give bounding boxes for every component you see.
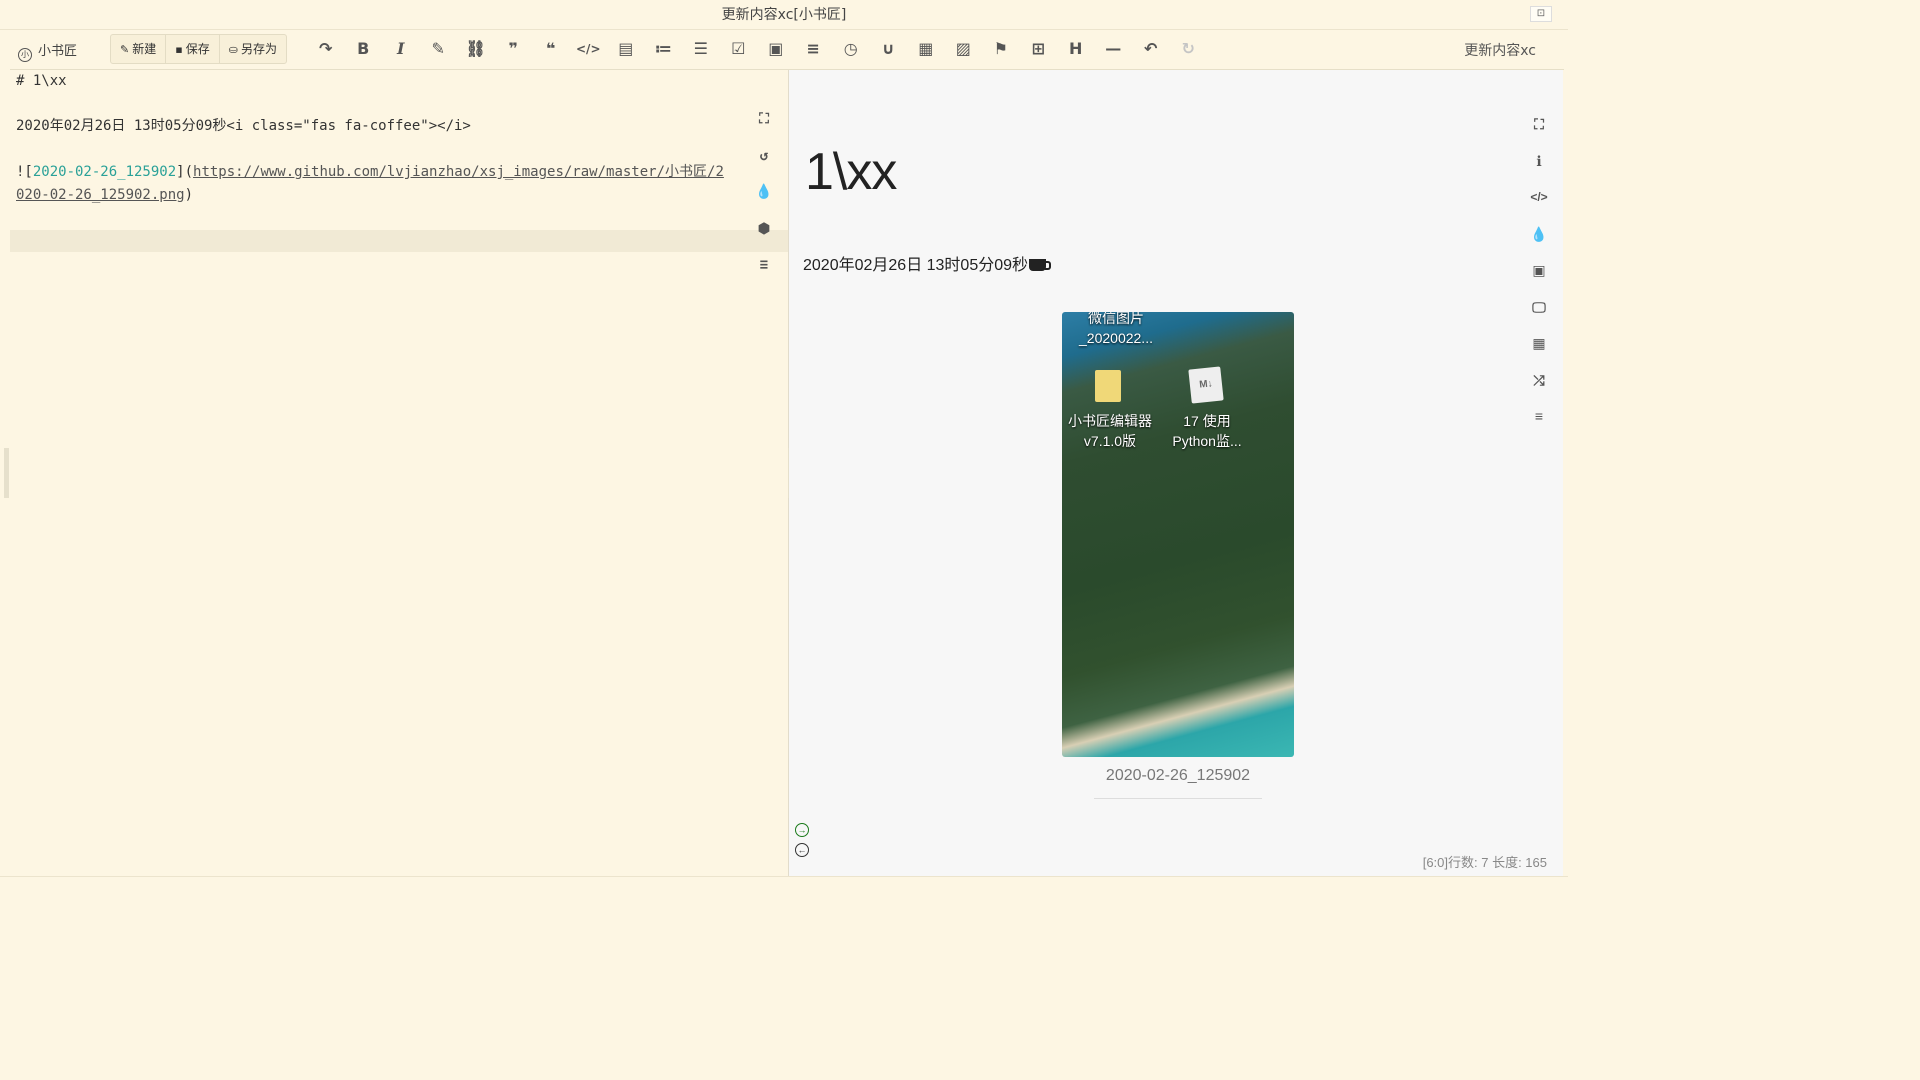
preview-image[interactable]: 微信图片_2020022... M↓ 小书匠编辑器 v7.1.0版 17 使用 … xyxy=(1062,312,1294,757)
image-url-continued[interactable]: 020-02-26_125902.png xyxy=(16,187,185,203)
receipt-icon[interactable]: ▣ xyxy=(757,34,795,64)
editor-line-heading[interactable]: # 1\xx xyxy=(16,70,67,92)
toolbar: 小小书匠 ✎ 新建 ▪ 保存 ⛀ 另存为 ↷ B I ✎ ⛓ ❞ ❝ </> ▤ ≔ … xyxy=(10,30,1564,70)
cube-icon[interactable]: ⬢ xyxy=(752,218,776,255)
horizontal-rule-icon[interactable]: — xyxy=(1095,34,1133,64)
expand-icon[interactable]: ⛶ xyxy=(1527,112,1551,149)
list-icon[interactable]: ≡ xyxy=(1527,404,1551,441)
theme-drop-icon[interactable]: 💧 xyxy=(752,181,776,218)
ordered-list-icon[interactable]: ≔ xyxy=(645,34,683,64)
link-icon[interactable]: ⛓ xyxy=(457,34,495,64)
image-caption: 2020-02-26_125902 xyxy=(1105,767,1251,784)
status-bar: [6:0]行数: 7 长度: 165 xyxy=(1422,855,1547,870)
align-icon[interactable]: ≡ xyxy=(795,34,833,64)
save-button[interactable]: ▪ 保存 xyxy=(166,35,220,63)
image-url[interactable]: https://www.github.com/lvjianzhao/xsj_im… xyxy=(193,164,724,180)
editor-line-datetime[interactable]: 2020年02月26日 13时05分09秒<i class="fas fa-co… xyxy=(16,115,471,137)
preview-side-toolbar: ⛶ ℹ </> 💧 ▣ 🖵 ▦ ⤮ ≡ xyxy=(1527,112,1551,441)
window-title: 更新内容xc[小书匠] xyxy=(721,7,847,23)
markdown-preview: 1\xx 2020年02月26日 13时05分09秒 微信图片_2020022.… xyxy=(789,70,1563,876)
save-button-label: 保存 xyxy=(185,42,210,56)
grid-icon[interactable]: ▦ xyxy=(1527,331,1551,368)
document-name: 更新内容xc xyxy=(1464,43,1536,59)
app-logo[interactable]: 小小书匠 xyxy=(18,40,77,62)
desktop-item-wechat-image: 微信图片_2020022... xyxy=(1079,312,1153,346)
image-alt-text: 2020-02-26_125902 xyxy=(32,164,177,180)
unordered-list-icon[interactable]: ☰ xyxy=(682,34,720,64)
image-syntax-close: ) xyxy=(184,187,194,203)
left-resize-handle[interactable] xyxy=(4,448,9,498)
desktop-item-python-file: 17 使用 Python监... xyxy=(1172,413,1242,449)
calendar-edit-icon[interactable]: ▦ xyxy=(907,34,945,64)
editor-side-toolbar: ⛶ ↺ 💧 ⬢ ≡ xyxy=(752,108,776,291)
markdown-file-icon: M↓ xyxy=(1188,366,1224,404)
bold-icon[interactable]: B xyxy=(345,34,383,64)
folder-icon xyxy=(1095,370,1121,402)
active-line-highlight xyxy=(10,230,788,252)
quote-right-icon[interactable]: ❞ xyxy=(495,34,533,64)
menu-icon[interactable]: ≡ xyxy=(752,254,776,291)
desktop-item-editor-folder: 小书匠编辑器 v7.1.0版 xyxy=(1068,413,1152,449)
editor-line-image-wrap[interactable]: 020-02-26_125902.png) xyxy=(16,184,193,206)
previous-arrow-icon[interactable]: ← xyxy=(795,843,809,857)
image-syntax-mid: ]( xyxy=(176,164,194,180)
window-bottom-border xyxy=(0,876,1568,882)
coffee-icon xyxy=(1029,259,1052,271)
clock-icon[interactable]: ◷ xyxy=(832,34,870,64)
code-view-icon[interactable]: </> xyxy=(1527,185,1551,222)
edit-icon: ✎ xyxy=(120,43,130,56)
redo-share-icon[interactable]: ↷ xyxy=(307,34,345,64)
image-syntax-open: ![ xyxy=(16,164,33,180)
fullscreen-icon[interactable]: ⛶ xyxy=(752,108,776,145)
format-tools: ↷ B I ✎ ⛓ ❞ ❝ </> ▤ ≔ ☰ ☑ ▣ ≡ ◷ ∪ ▦ ▨ ⚑ … xyxy=(307,34,1207,64)
flag-icon[interactable]: ⚑ xyxy=(982,34,1020,64)
table-icon[interactable]: ⊞ xyxy=(1020,34,1058,64)
new-button[interactable]: ✎ 新建 xyxy=(111,35,167,63)
info-icon[interactable]: ℹ xyxy=(1527,149,1551,186)
theme-drop-icon[interactable]: 💧 xyxy=(1527,222,1551,259)
shuffle-icon[interactable]: ⤮ xyxy=(1527,368,1551,405)
redo-icon[interactable]: ↻ xyxy=(1170,34,1208,64)
save-as-button[interactable]: ⛀ 另存为 xyxy=(220,35,286,63)
restore-window-button[interactable]: ⊡ xyxy=(1530,6,1552,22)
markdown-editor[interactable]: # 1\xx 2020年02月26日 13时05分09秒<i class="fa… xyxy=(10,70,788,876)
magnet-icon[interactable]: ∪ xyxy=(870,34,908,64)
logo-text: 小书匠 xyxy=(38,44,78,59)
next-arrow-icon[interactable]: → xyxy=(795,823,809,837)
undo-icon[interactable]: ↶ xyxy=(1132,34,1170,64)
desktop-icon[interactable]: 🖵 xyxy=(1527,295,1551,332)
datetime-text: 2020年02月26日 13时05分09秒 xyxy=(803,257,1029,274)
editor-line-image[interactable]: ![2020-02-26_125902](https://www.github.… xyxy=(16,161,724,183)
quote-left-icon[interactable]: ❝ xyxy=(532,34,570,64)
save-as-button-label: 另存为 xyxy=(240,42,277,56)
file-button-group: ✎ 新建 ▪ 保存 ⛀ 另存为 xyxy=(110,34,287,64)
brush-icon[interactable]: ✎ xyxy=(420,34,458,64)
title-bar: 更新内容xc[小书匠] ⊡ xyxy=(0,0,1568,30)
history-icon[interactable]: ↺ xyxy=(752,145,776,182)
hdd-icon: ⛀ xyxy=(228,43,238,56)
file-code-icon[interactable]: ▤ xyxy=(607,34,645,64)
code-icon[interactable]: </> xyxy=(570,34,608,64)
preview-heading: 1\xx xyxy=(805,143,897,201)
preview-datetime: 2020年02月26日 13时05分09秒 xyxy=(803,251,1052,275)
italic-icon[interactable]: I xyxy=(382,34,420,64)
logo-icon: 小 xyxy=(18,48,32,62)
new-button-label: 新建 xyxy=(132,42,157,56)
caption-divider xyxy=(1094,798,1262,799)
floppy-icon: ▪ xyxy=(175,43,183,56)
task-list-icon[interactable]: ☑ xyxy=(720,34,758,64)
heading-icon[interactable]: H xyxy=(1057,34,1095,64)
calendar-settings-icon[interactable]: ▨ xyxy=(945,34,983,64)
camera-icon[interactable]: ▣ xyxy=(1527,258,1551,295)
